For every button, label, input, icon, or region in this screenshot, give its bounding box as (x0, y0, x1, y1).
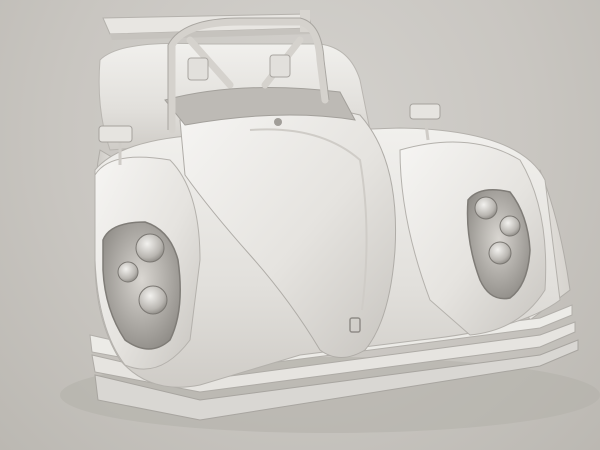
right-headrest (269, 54, 291, 78)
race-car-render (60, 10, 600, 433)
left-headrest (187, 57, 209, 81)
fuel-cap (274, 118, 282, 126)
render-viewport (0, 0, 600, 450)
